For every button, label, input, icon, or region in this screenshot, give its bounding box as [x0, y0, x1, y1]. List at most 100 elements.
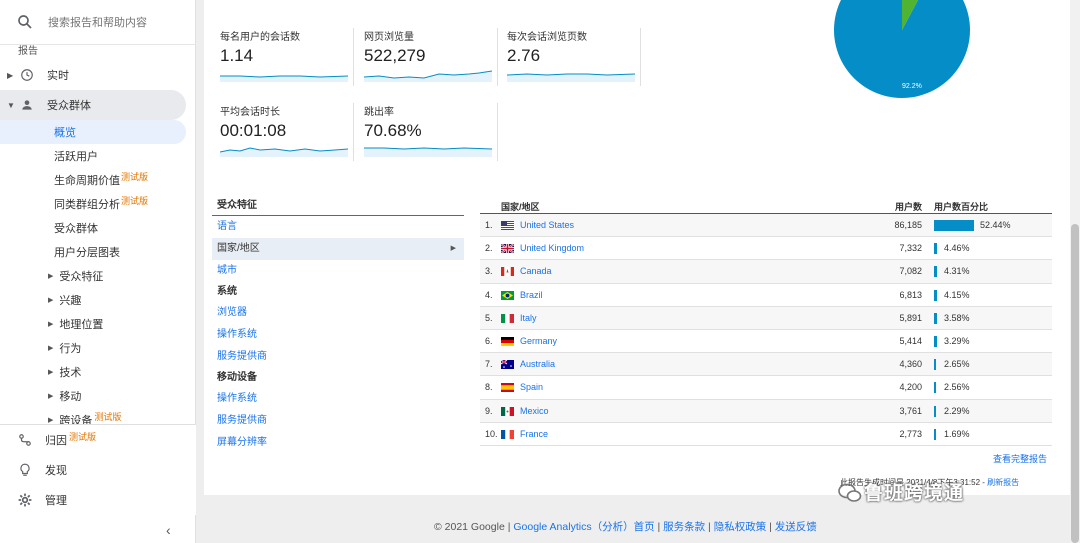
separator: |	[705, 521, 714, 533]
country-link[interactable]: Germany	[520, 336, 557, 346]
nav-user-explorer[interactable]: 用户分层图表	[0, 240, 196, 264]
table-row[interactable]: 5. Italy 5,891 3.58%	[480, 306, 1052, 330]
nav-audience[interactable]: ▼ 受众群体	[0, 90, 186, 120]
country-link[interactable]: Spain	[520, 382, 543, 392]
pct-value: 52.44%	[980, 220, 1011, 230]
country-link[interactable]: Mexico	[520, 406, 549, 416]
scrollbar-thumb[interactable]	[1071, 224, 1079, 543]
dim-city[interactable]: 城市	[212, 260, 464, 282]
row-index: 2.	[485, 243, 493, 254]
flag-br-icon	[501, 290, 514, 300]
dim-screen-resolution[interactable]: 屏幕分辨率	[212, 432, 464, 454]
metric-pageviews[interactable]: 网页浏览量 522,279	[364, 28, 498, 86]
metric-label: 跳出率	[364, 107, 394, 118]
dim-mobile-provider[interactable]: 服务提供商	[212, 410, 464, 432]
table-row[interactable]: 8. Spain 4,200 2.56%	[480, 376, 1052, 400]
table-header: 国家/地区 用户数 用户数百分比	[480, 196, 1052, 214]
nav-behavior[interactable]: ▶ 行为	[0, 336, 196, 360]
country-table: 国家/地区 用户数 用户数百分比 1. United States 86,185 52…	[480, 196, 1052, 446]
collapse-sidebar-icon[interactable]: ‹	[166, 522, 171, 538]
row-index: 6.	[485, 335, 493, 346]
row-index: 4.	[485, 289, 493, 300]
search-bar[interactable]: 搜索报告和帮助内容	[0, 0, 195, 45]
dim-provider[interactable]: 服务提供商	[212, 346, 464, 368]
pct-value: 2.56%	[944, 382, 970, 393]
ga-home-link[interactable]: Google Analytics（分析）首页	[513, 521, 654, 533]
main-panel: 每名用户的会话数 1.14 网页浏览量 522,279 每次会话浏览页数 2.7…	[204, 0, 1070, 495]
pct-bar	[934, 289, 937, 301]
nav-active-users[interactable]: 活跃用户	[0, 144, 196, 168]
table-row[interactable]: 9. Mexico 3,761 2.29%	[480, 399, 1052, 423]
nav-attribution-label: 归因	[45, 435, 67, 447]
table-row[interactable]: 7. Australia 4,360 2.65%	[480, 353, 1052, 377]
metric-pages-per-session[interactable]: 每次会话浏览页数 2.76	[507, 28, 641, 86]
metric-value: 1.14	[220, 46, 254, 65]
refresh-report-link[interactable]: 刷新报告	[987, 478, 1019, 487]
terms-link[interactable]: 服务条款	[663, 521, 705, 533]
country-link[interactable]: Italy	[520, 313, 537, 323]
dim-mobile-os[interactable]: 操作系统	[212, 388, 464, 410]
metric-sessions-per-user[interactable]: 每名用户的会话数 1.14	[220, 28, 354, 86]
dim-header-system: 系统	[217, 286, 237, 297]
country-link[interactable]: Australia	[520, 359, 555, 369]
table-row[interactable]: 10. France 2,773 1.69%	[480, 423, 1052, 446]
feedback-link[interactable]: 发送反馈	[775, 521, 817, 533]
table-row[interactable]: 6. Germany 5,414 3.29%	[480, 330, 1052, 354]
nav-geo[interactable]: ▶ 地理位置	[0, 312, 196, 336]
pct-bar	[934, 428, 936, 440]
country-link[interactable]: United Kingdom	[520, 243, 584, 253]
nav-attribution[interactable]: 归因 测试版	[0, 425, 196, 455]
expand-icon: ▶	[48, 345, 54, 352]
country-link[interactable]: Canada	[520, 266, 552, 276]
dim-language[interactable]: 语言	[212, 216, 464, 238]
metric-avg-session-duration[interactable]: 平均会话时长 00:01:08	[220, 103, 354, 161]
lightbulb-icon	[17, 462, 33, 478]
nav-item-label: 技术	[59, 367, 82, 379]
view-full-report-link[interactable]: 查看完整报告	[993, 452, 1047, 465]
nav-realtime[interactable]: ▶ 实时	[0, 60, 196, 90]
users-value: 86,185	[894, 220, 922, 230]
country-link[interactable]: France	[520, 429, 548, 439]
person-icon	[19, 97, 35, 113]
table-row[interactable]: 4. Brazil 6,813 4.15%	[480, 284, 1052, 307]
expand-icon: ▶	[48, 417, 54, 424]
copyright-text: © 2021 Google |	[434, 521, 514, 533]
users-value: 5,891	[899, 312, 922, 323]
nav-demographics[interactable]: ▶ 受众特征	[0, 264, 196, 288]
nav-interests[interactable]: ▶ 兴趣	[0, 288, 196, 312]
nav-item-label: 兴趣	[59, 295, 82, 307]
country-link[interactable]: Brazil	[520, 290, 543, 300]
wechat-watermark-icon	[838, 483, 862, 502]
dim-browser[interactable]: 浏览器	[212, 302, 464, 324]
nav-item-label: 活跃用户	[54, 151, 98, 163]
table-row[interactable]: 3. Canada 7,082 4.31%	[480, 260, 1052, 284]
page-scrollbar[interactable]	[1070, 0, 1080, 543]
flag-mx-icon	[501, 406, 514, 416]
dim-country[interactable]: 国家/地区 ▶	[212, 238, 464, 260]
clock-icon	[19, 67, 35, 83]
nav-admin[interactable]: 管理	[0, 485, 196, 515]
nav-technology[interactable]: ▶ 技术	[0, 360, 196, 384]
metric-value: 522,279	[364, 46, 426, 65]
metric-label: 每名用户的会话数	[220, 32, 300, 43]
country-link[interactable]: United States	[520, 220, 574, 230]
pct-bar	[934, 382, 936, 394]
metric-bounce-rate[interactable]: 跳出率 70.68%	[364, 103, 498, 161]
nav-audiences[interactable]: 受众群体	[0, 216, 196, 240]
nav-cohort-analysis[interactable]: 同类群组分析 测试版	[0, 192, 196, 216]
nav-lifetime-value[interactable]: 生命周期价值 测试版	[0, 168, 196, 192]
nav-discover[interactable]: 发现	[0, 455, 196, 485]
nav-audience-overview[interactable]: 概览	[0, 120, 186, 144]
table-row[interactable]: 1. United States 86,185 52.44%	[480, 214, 1052, 238]
flag-it-icon	[501, 313, 514, 323]
users-value: 4,360	[899, 359, 922, 370]
privacy-link[interactable]: 隐私权政策	[714, 521, 767, 533]
sidebar: 搜索报告和帮助内容 报告 ▶ 实时 ▼ 受众群体 概览 活跃用户 生命周期价值测…	[0, 0, 196, 543]
table-row[interactable]: 2. United Kingdom 7,332 4.46%	[480, 237, 1052, 261]
search-input[interactable]: 搜索报告和帮助内容	[48, 14, 147, 30]
dim-os[interactable]: 操作系统	[212, 324, 464, 346]
nav-item-label: 地理位置	[59, 319, 104, 331]
users-value: 4,200	[899, 382, 922, 393]
users-value: 2,773	[899, 428, 922, 439]
nav-mobile[interactable]: ▶ 移动	[0, 384, 196, 408]
